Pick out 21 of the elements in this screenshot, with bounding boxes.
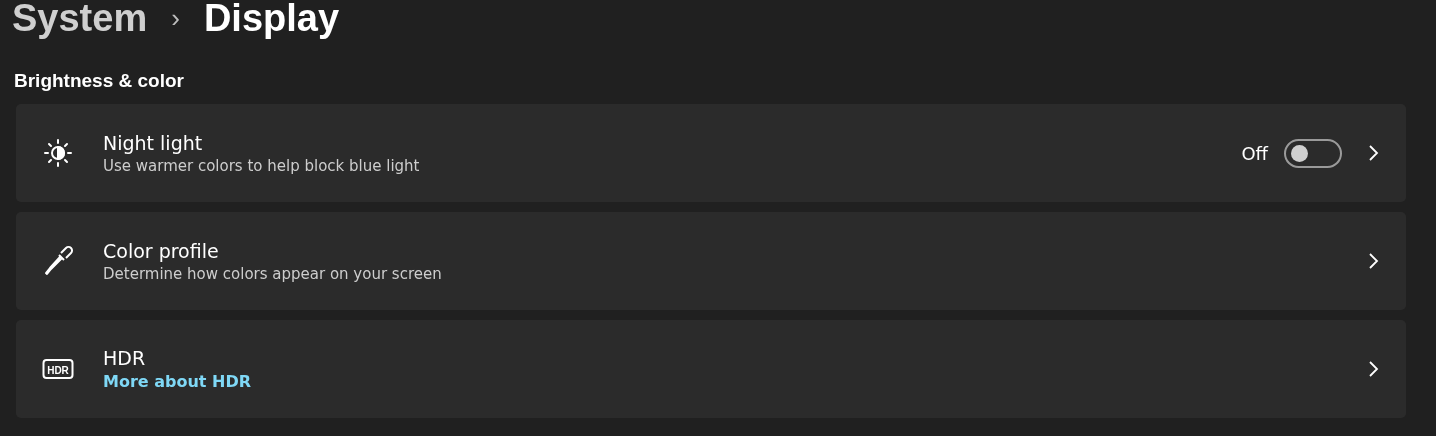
setting-title: HDR: [103, 347, 147, 369]
setting-card[interactable]: Color profile Determine how colors appear on your screen: [16, 212, 1406, 310]
chevron-icon: [1366, 251, 1380, 271]
breadcrumb-separator: ›: [171, 2, 180, 34]
setting-card[interactable]: Night light Use warmer colors to help block blue light Off: [16, 104, 1406, 202]
setting-description: Use warmer colors to help block blue light: [103, 156, 421, 175]
setting-title: Color profile: [103, 239, 220, 262]
hdr-icon: HDR: [42, 357, 74, 381]
setting-card[interactable]: HDR HDR More about HDR: [16, 320, 1406, 418]
sun-icon: [42, 137, 74, 169]
toggle-state: Off: [1241, 142, 1268, 164]
help-link[interactable]: More about HDR: [103, 372, 252, 391]
chevron-icon: [1366, 143, 1380, 163]
chevron-icon: [1366, 359, 1380, 379]
toggle-switch[interactable]: [1284, 138, 1342, 168]
section-heading: Brightness & color: [14, 70, 184, 91]
breadcrumb-link[interactable]: System: [12, 0, 148, 40]
setting-description: Determine how colors appear on your screen: [103, 264, 443, 283]
setting-title: Night light: [103, 131, 204, 154]
page-title: Display: [203, 0, 340, 40]
eyedropper-icon: [42, 245, 74, 277]
